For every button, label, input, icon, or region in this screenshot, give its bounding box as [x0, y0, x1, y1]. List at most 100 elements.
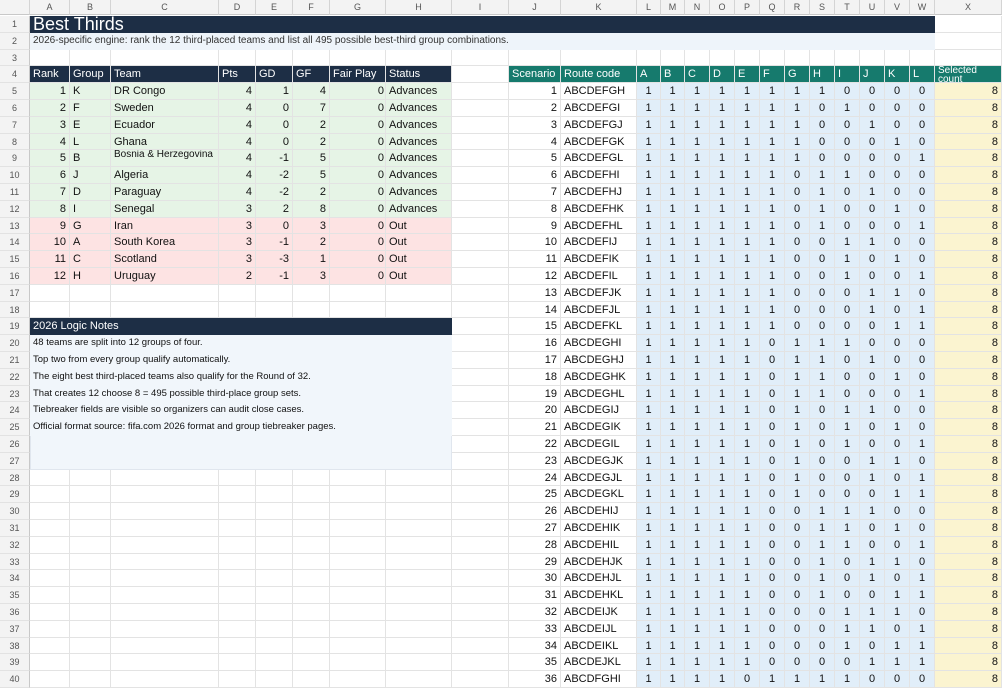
grid-cell[interactable] — [256, 301, 293, 319]
group-flag-d[interactable]: 1 — [710, 268, 735, 285]
group-flag-i[interactable]: 1 — [835, 620, 860, 638]
column-header-p[interactable]: P — [735, 0, 760, 15]
grid-cell[interactable] — [219, 301, 256, 319]
group-flag-i[interactable]: 0 — [835, 352, 860, 369]
group-flag-c[interactable]: 1 — [685, 251, 710, 268]
group-flag-l[interactable]: 0 — [910, 234, 935, 252]
standings-header-group[interactable]: Group — [70, 66, 111, 84]
route-code[interactable]: ABCDEGHK — [561, 368, 637, 386]
group-flag-d[interactable]: 1 — [710, 133, 735, 151]
group-flag-b[interactable]: 1 — [661, 133, 685, 151]
group-flag-j[interactable]: 0 — [860, 368, 885, 386]
group-flag-e[interactable]: 1 — [735, 419, 760, 436]
group-flag-c[interactable]: 1 — [685, 671, 710, 688]
group-flag-j[interactable]: 0 — [860, 520, 885, 537]
group-flag-k[interactable]: 1 — [885, 200, 910, 218]
group-flag-g[interactable]: 0 — [785, 301, 810, 319]
grid-cell[interactable] — [452, 620, 509, 638]
grid-cell[interactable] — [111, 520, 219, 537]
grid-cell[interactable] — [910, 49, 935, 67]
grid-cell[interactable] — [860, 49, 885, 67]
grid-cell[interactable] — [710, 49, 735, 67]
row-header[interactable]: 26 — [0, 436, 30, 453]
group-flag-g[interactable]: 0 — [785, 570, 810, 588]
grid-cell[interactable] — [70, 553, 111, 571]
scenario-number[interactable]: 31 — [509, 587, 561, 604]
grid-cell[interactable] — [70, 587, 111, 604]
group-flag-k[interactable]: 0 — [885, 536, 910, 554]
group-flag-c[interactable]: 1 — [685, 284, 710, 302]
scenario-number[interactable]: 23 — [509, 452, 561, 470]
standings-header-gd[interactable]: GD — [256, 66, 293, 84]
grid-cell[interactable] — [256, 570, 293, 588]
selected-count[interactable]: 8 — [935, 318, 1002, 336]
column-header-m[interactable]: M — [661, 0, 685, 15]
group-flag-a[interactable]: 1 — [637, 200, 661, 218]
group-flag-k[interactable]: 0 — [885, 150, 910, 168]
group-flag-h[interactable]: 0 — [810, 268, 835, 285]
group-flag-l[interactable]: 1 — [910, 436, 935, 453]
group-flag-k[interactable]: 0 — [885, 352, 910, 369]
group-flag-d[interactable]: 1 — [710, 637, 735, 655]
group-flag-d[interactable]: 1 — [710, 234, 735, 252]
scenario-number[interactable]: 21 — [509, 419, 561, 436]
group-flag-k[interactable]: 0 — [885, 436, 910, 453]
scenario-number[interactable]: 14 — [509, 301, 561, 319]
grid-cell[interactable] — [219, 469, 256, 487]
group-flag-l[interactable]: 0 — [910, 116, 935, 134]
row-header[interactable]: 3 — [0, 49, 30, 67]
scenario-number[interactable]: 30 — [509, 570, 561, 588]
grid-cell[interactable] — [386, 671, 452, 688]
group-flag-l[interactable]: 0 — [910, 251, 935, 268]
group-flag-i[interactable]: 1 — [835, 503, 860, 520]
scenario-header-i[interactable]: I — [835, 66, 860, 84]
group-flag-j[interactable]: 0 — [860, 671, 885, 688]
group-flag-j[interactable]: 0 — [860, 251, 885, 268]
group-flag-i[interactable]: 0 — [835, 301, 860, 319]
selected-count[interactable]: 8 — [935, 301, 1002, 319]
selected-count[interactable]: 8 — [935, 620, 1002, 638]
group-flag-h[interactable]: 0 — [810, 251, 835, 268]
group-flag-f[interactable]: 0 — [760, 469, 785, 487]
grid-cell[interactable] — [386, 520, 452, 537]
selected-count[interactable]: 8 — [935, 671, 1002, 688]
group-flag-i[interactable]: 0 — [835, 452, 860, 470]
route-code[interactable]: ABCDEIKL — [561, 637, 637, 655]
group-flag-i[interactable]: 0 — [835, 587, 860, 604]
group-flag-c[interactable]: 1 — [685, 419, 710, 436]
group-flag-i[interactable]: 0 — [835, 654, 860, 672]
column-header-t[interactable]: T — [835, 0, 860, 15]
group-flag-i[interactable]: 1 — [835, 234, 860, 252]
group-flag-k[interactable]: 1 — [885, 654, 910, 672]
group-flag-h[interactable]: 1 — [810, 520, 835, 537]
group-flag-k[interactable]: 1 — [885, 553, 910, 571]
group-flag-e[interactable]: 1 — [735, 553, 760, 571]
group-flag-d[interactable]: 1 — [710, 284, 735, 302]
route-code[interactable]: ABCDEFHJ — [561, 184, 637, 201]
route-code[interactable]: ABCDEFGI — [561, 100, 637, 117]
route-code[interactable]: ABCDEFIJ — [561, 234, 637, 252]
column-header-k[interactable]: K — [561, 0, 637, 15]
group-flag-d[interactable]: 1 — [710, 318, 735, 336]
group-flag-f[interactable]: 0 — [760, 536, 785, 554]
scenario-header-g[interactable]: G — [785, 66, 810, 84]
group-flag-i[interactable]: 0 — [835, 184, 860, 201]
group-flag-c[interactable]: 1 — [685, 604, 710, 621]
group-flag-i[interactable]: 1 — [835, 419, 860, 436]
group-flag-h[interactable]: 0 — [810, 436, 835, 453]
group-flag-c[interactable]: 1 — [685, 520, 710, 537]
selected-count[interactable]: 8 — [935, 503, 1002, 520]
scenario-number[interactable]: 3 — [509, 116, 561, 134]
group-flag-c[interactable]: 1 — [685, 637, 710, 655]
grid-cell[interactable] — [452, 184, 509, 201]
group-flag-h[interactable]: 1 — [810, 570, 835, 588]
group-flag-d[interactable]: 1 — [710, 217, 735, 235]
grid-cell[interactable] — [111, 553, 219, 571]
route-code[interactable]: ABCDEIJL — [561, 620, 637, 638]
grid-cell[interactable] — [452, 100, 509, 117]
grid-cell[interactable] — [30, 654, 70, 672]
group-flag-e[interactable]: 1 — [735, 116, 760, 134]
group-flag-b[interactable]: 1 — [661, 536, 685, 554]
route-code[interactable]: ABCDEHJL — [561, 570, 637, 588]
group-flag-f[interactable]: 0 — [760, 587, 785, 604]
